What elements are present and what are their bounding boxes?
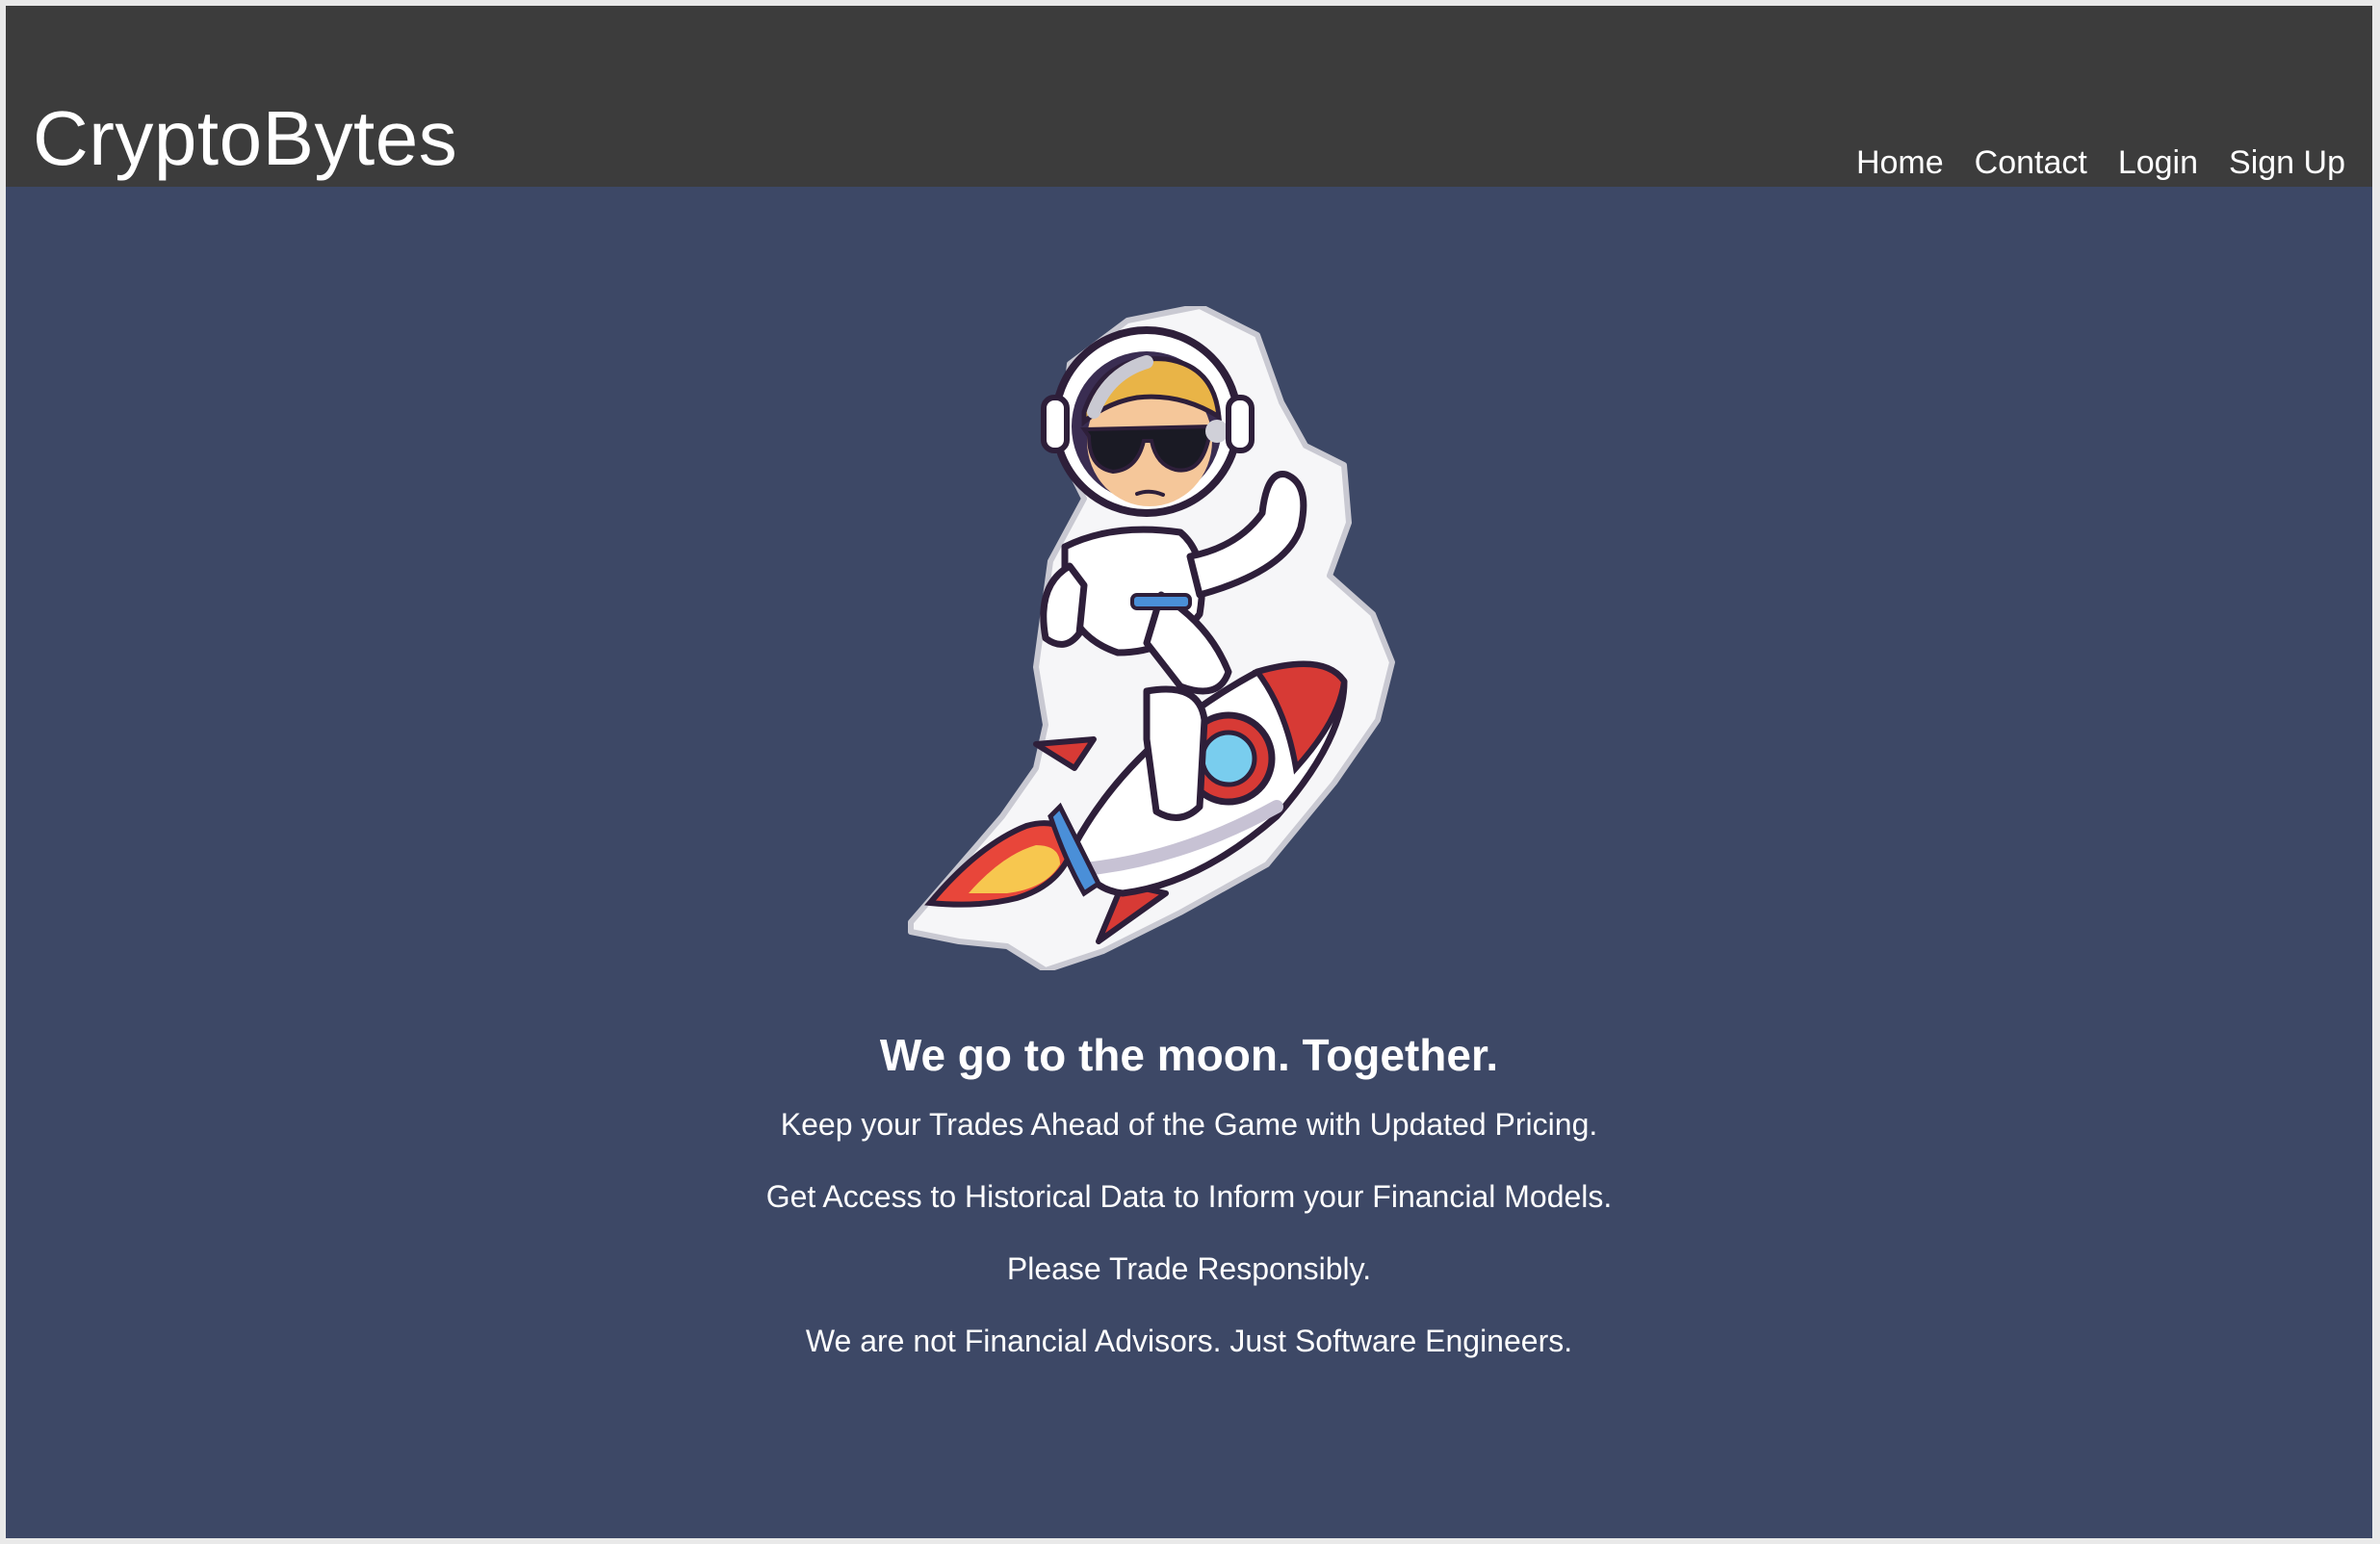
nav-home-link[interactable]: Home xyxy=(1856,141,1944,185)
brand-logo-text[interactable]: CryptoBytes xyxy=(33,90,457,187)
nav-login-link[interactable]: Login xyxy=(2118,141,2198,185)
hero-line-disclaimer: We are not Financial Advisors. Just Soft… xyxy=(805,1324,1573,1358)
nav-links: Home Contact Login Sign Up xyxy=(1856,141,2345,185)
page: CryptoBytes Home Contact Login Sign Up W… xyxy=(6,6,2372,1538)
hero-headline: We go to the moon. Together. xyxy=(879,1030,1499,1080)
nav-contact-link[interactable]: Contact xyxy=(1975,141,2087,185)
hero-section: We go to the moon. Together. Keep your T… xyxy=(6,1026,2372,1392)
astronaut-riding-rocket-icon xyxy=(892,303,1498,973)
nav-signup-link[interactable]: Sign Up xyxy=(2229,141,2345,185)
top-navbar: CryptoBytes Home Contact Login Sign Up xyxy=(6,6,2372,187)
hero-line-historical-data: Get Access to Historical Data to Inform … xyxy=(765,1179,1613,1214)
hero-line-trade-responsibly: Please Trade Responsibly. xyxy=(1006,1251,1372,1286)
hero-line-pricing: Keep your Trades Ahead of the Game with … xyxy=(780,1107,1598,1142)
